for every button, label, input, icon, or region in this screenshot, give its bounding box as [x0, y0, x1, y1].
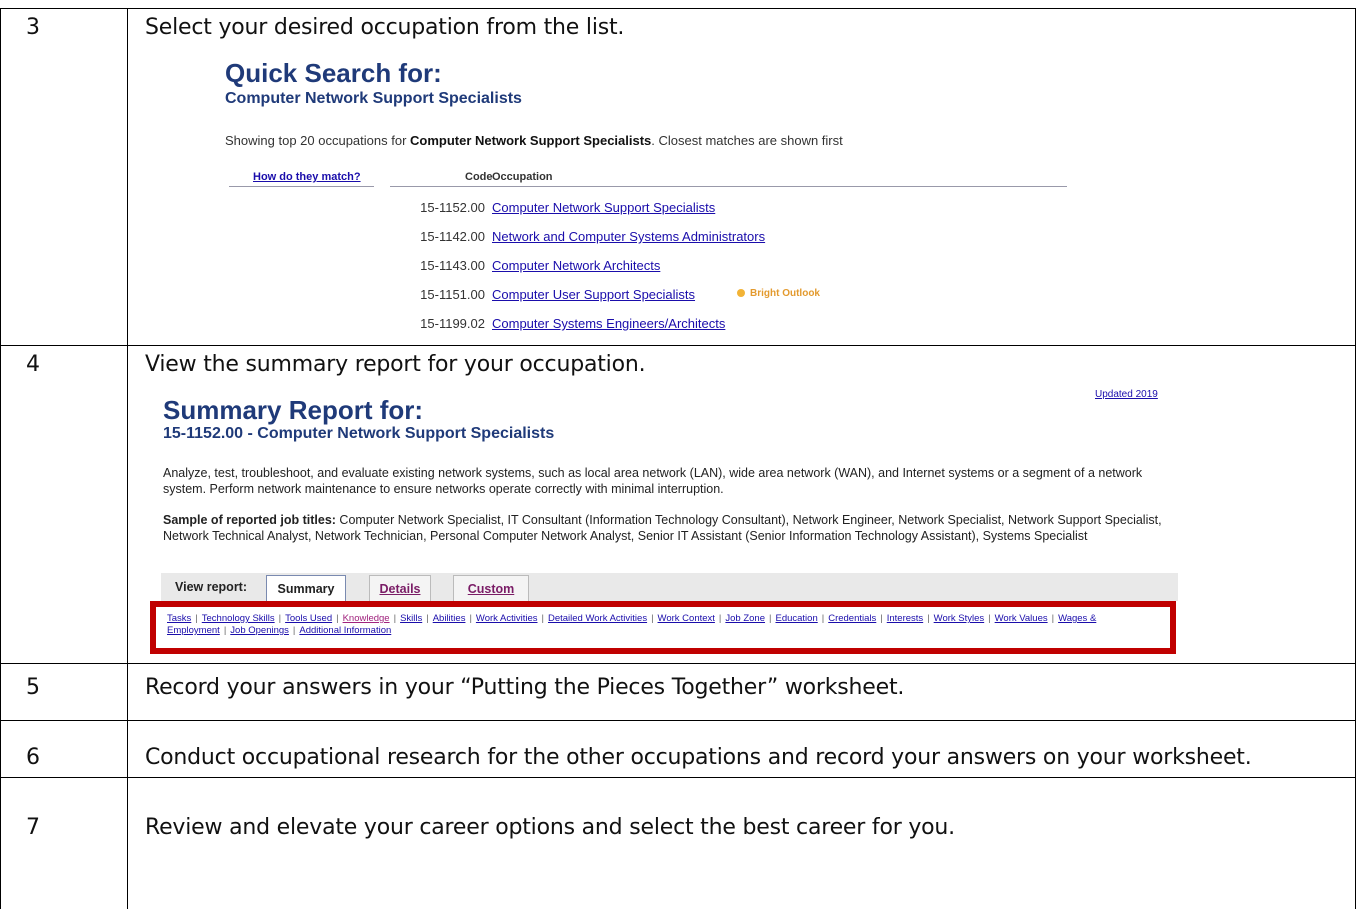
header-rule — [229, 186, 374, 187]
header-rule — [390, 186, 1067, 187]
tab-custom[interactable]: Custom — [453, 575, 529, 601]
updated-link[interactable]: Updated 2019 — [1095, 389, 1158, 400]
view-report-label: View report: — [175, 580, 248, 594]
step-number: 4 — [26, 352, 40, 377]
link-separator: | — [927, 613, 930, 624]
quick-search-subtitle: Computer Network Support Specialists — [225, 90, 522, 107]
row-divider — [0, 720, 1356, 721]
results-summary-prefix: Showing top 20 occupations for — [225, 133, 411, 148]
section-link[interactable]: Knowledge — [343, 613, 390, 624]
step-number: 3 — [26, 15, 40, 40]
section-link[interactable]: Technology Skills — [202, 613, 275, 624]
sample-job-titles: Sample of reported job titles: Computer … — [163, 512, 1163, 544]
section-link[interactable]: Credentials — [828, 613, 876, 624]
row-divider — [0, 777, 1356, 778]
quick-search-title: Quick Search for: — [225, 58, 442, 88]
table-row: 15-1151.00 Computer User Support Special… — [225, 287, 925, 305]
section-link[interactable]: Work Activities — [476, 613, 538, 624]
section-link[interactable]: Interests — [887, 613, 923, 624]
occupation-column-header: Occupation — [492, 171, 553, 183]
section-link[interactable]: Work Context — [658, 613, 715, 624]
occupation-code: 15-1151.00 — [420, 287, 485, 302]
section-link[interactable]: Skills — [400, 613, 422, 624]
tab-summary[interactable]: Summary — [266, 575, 346, 601]
row-divider — [0, 345, 1356, 346]
section-link[interactable]: Work Values — [995, 613, 1048, 624]
link-separator: | — [393, 613, 397, 624]
section-link[interactable]: Education — [775, 613, 817, 624]
tab-details[interactable]: Details — [369, 575, 431, 601]
section-link[interactable]: Job Zone — [725, 613, 765, 624]
step-instruction: View the summary report for your occupat… — [145, 352, 646, 377]
occupation-code: 15-1199.02 — [420, 316, 485, 331]
results-summary-query: Computer Network Support Specialists — [410, 133, 652, 148]
occupation-code: 15-1142.00 — [420, 229, 485, 244]
step-number: 7 — [26, 815, 40, 840]
code-column-header: Code — [465, 171, 493, 183]
section-link[interactable]: Additional Information — [299, 625, 391, 636]
occupation-link[interactable]: Network and Computer Systems Administrat… — [492, 229, 765, 244]
link-separator: | — [426, 613, 429, 624]
step-instruction: Review and elevate your career options a… — [145, 815, 955, 840]
link-separator: | — [223, 625, 227, 636]
results-summary: Showing top 20 occupations for Computer … — [225, 133, 843, 148]
occupation-link[interactable]: Computer Network Architects — [492, 258, 660, 273]
quick-search-screenshot: Quick Search for: Computer Network Suppo… — [225, 58, 1205, 343]
step-number: 5 — [26, 675, 40, 700]
results-summary-suffix: . Closest matches are shown first — [651, 133, 843, 148]
summary-report-subtitle: 15-1152.00 - Computer Network Support Sp… — [163, 425, 555, 442]
link-separator: | — [278, 613, 282, 624]
view-report-tabbar: View report: Summary Details Custom — [161, 573, 1178, 601]
table-border-top — [0, 8, 1356, 9]
occupation-code: 15-1143.00 — [420, 258, 485, 273]
occupation-link[interactable]: Computer User Support Specialists — [492, 287, 695, 302]
sample-job-titles-label: Sample of reported job titles: — [163, 513, 336, 527]
summary-report-title: Summary Report for: — [163, 395, 424, 425]
link-separator: | — [195, 613, 198, 624]
step-instruction: Conduct occupational research for the ot… — [145, 745, 1252, 770]
link-separator: | — [541, 613, 544, 624]
link-separator: | — [469, 613, 472, 624]
occupation-code: 15-1152.00 — [420, 200, 485, 215]
how-do-they-match-link[interactable]: How do they match? — [253, 171, 361, 183]
summary-report-screenshot: Updated 2019 Summary Report for: 15-1152… — [145, 383, 1185, 663]
step-instruction: Select your desired occupation from the … — [145, 15, 625, 40]
section-links: Tasks | Technology Skills | Tools Used | Knowl… — [167, 613, 1167, 637]
link-separator: | — [336, 613, 339, 624]
section-link[interactable]: Detailed Work Activities — [548, 613, 647, 624]
row-divider — [0, 663, 1356, 664]
section-link[interactable]: Tasks — [167, 613, 191, 624]
occupation-description: Analyze, test, troubleshoot, and evaluat… — [163, 466, 1143, 496]
column-divider — [127, 8, 128, 909]
link-separator: | — [988, 613, 991, 624]
section-link[interactable]: Abilities — [433, 613, 466, 624]
table-border-left — [0, 8, 1, 909]
link-separator: | — [880, 613, 883, 624]
link-separator: | — [292, 625, 296, 636]
section-link[interactable]: Work Styles — [934, 613, 985, 624]
occupation-link[interactable]: Computer Network Support Specialists — [492, 200, 715, 215]
step-number: 6 — [26, 745, 40, 770]
step-instruction: Record your answers in your “Putting the… — [145, 675, 905, 700]
link-separator: | — [821, 613, 825, 624]
sun-icon — [737, 289, 745, 297]
bright-outlook-label: Bright Outlook — [750, 288, 820, 299]
link-separator: | — [718, 613, 722, 624]
section-link[interactable]: Tools Used — [285, 613, 332, 624]
highlighted-section-links: Tasks | Technology Skills | Tools Used | Knowl… — [150, 601, 1176, 654]
bright-outlook-badge: Bright Outlook — [737, 288, 820, 299]
link-separator: | — [769, 613, 772, 624]
section-link[interactable]: Job Openings — [230, 625, 289, 636]
link-separator: | — [1051, 613, 1055, 624]
link-separator: | — [651, 613, 654, 624]
occupation-link[interactable]: Computer Systems Engineers/Architects — [492, 316, 725, 331]
